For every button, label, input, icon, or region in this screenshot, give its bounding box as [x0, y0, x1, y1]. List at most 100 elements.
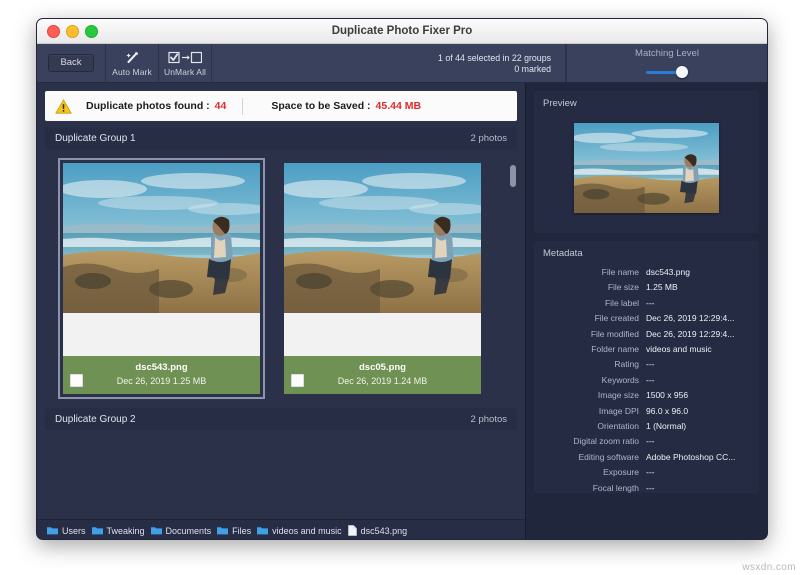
- metadata-key: Digital zoom ratio: [573, 436, 639, 447]
- breadcrumb-label: Tweaking: [106, 525, 145, 536]
- breadcrumb-label: Files: [232, 525, 252, 536]
- metadata-key: Focal length: [592, 482, 639, 493]
- breadcrumb-label: dsc543.png: [360, 525, 408, 536]
- close-button[interactable]: [47, 24, 60, 38]
- photo-checkbox[interactable]: [291, 374, 304, 387]
- preview-image-wrap: [543, 115, 750, 220]
- photo-checkbox[interactable]: [70, 374, 83, 387]
- metadata-row: File modified Dec 26, 2019 12:29:4...: [543, 327, 750, 342]
- breadcrumb: Users Tweaking Documents Files videos an…: [37, 519, 525, 539]
- breadcrumb-item-users[interactable]: Users: [47, 526, 86, 536]
- matching-level-label: Matching Level: [635, 48, 699, 59]
- photo-meta: Dec 26, 2019 1.25 MB: [116, 375, 207, 386]
- breadcrumb-label: Documents: [165, 525, 212, 536]
- group-header-1[interactable]: Duplicate Group 1 2 photos: [45, 127, 517, 149]
- preview-panel: Preview: [534, 91, 759, 233]
- groups-scrollbar[interactable]: [510, 165, 516, 405]
- metadata-value: ---: [646, 467, 655, 478]
- metadata-row: Keywords ---: [543, 373, 750, 388]
- details-pane: Preview Metadata File name dsc543.png Fi…: [525, 83, 767, 539]
- photo-card-footer: dsc05.png Dec 26, 2019 1.24 MB: [284, 356, 481, 394]
- file-icon: [347, 525, 357, 536]
- unmark-all-label: UnMark All: [163, 66, 207, 77]
- metadata-value: Dec 26, 2019 12:29:4...: [646, 328, 735, 339]
- metadata-title: Metadata: [543, 248, 583, 259]
- photo-card-1[interactable]: dsc543.png Dec 26, 2019 1.25 MB: [58, 158, 265, 399]
- photo-name: dsc543.png: [135, 362, 188, 374]
- toolbar: Back Auto Mark UnMark All 1 of 44 select…: [37, 44, 767, 83]
- breadcrumb-item-tweaking[interactable]: Tweaking: [91, 525, 145, 536]
- magic-wand-icon: [124, 50, 140, 66]
- photo-card-2[interactable]: dsc05.png Dec 26, 2019 1.24 MB: [284, 163, 481, 394]
- duplicates-found: Duplicate photos found : 44: [86, 100, 226, 112]
- back-button[interactable]: Back: [48, 54, 94, 72]
- app-window: Duplicate Photo Fixer Pro Back Auto Mark: [36, 18, 768, 540]
- metadata-row: File created Dec 26, 2019 12:29:4...: [543, 311, 750, 326]
- window-title: Duplicate Photo Fixer Pro: [331, 25, 473, 37]
- metadata-key: File modified: [590, 328, 639, 339]
- metadata-rows: File name dsc543.png File size 1.25 MB Fil…: [543, 265, 750, 493]
- zoom-button[interactable]: [85, 24, 98, 38]
- group-count: 2 photos: [470, 132, 507, 144]
- slider-knob[interactable]: [676, 66, 688, 78]
- photo-meta: Dec 26, 2019 1.24 MB: [337, 375, 428, 386]
- photo-card-footer: dsc543.png Dec 26, 2019 1.25 MB: [63, 356, 260, 394]
- metadata-value: 1.25 MB: [646, 282, 678, 293]
- breadcrumb-item-files[interactable]: Files: [217, 526, 251, 536]
- metadata-value: ---: [646, 482, 655, 493]
- banner-divider: [242, 97, 244, 115]
- metadata-panel: Metadata File name dsc543.png File size 1.…: [534, 241, 759, 493]
- breadcrumb-item-file[interactable]: dsc543.png: [347, 525, 408, 536]
- breadcrumb-item-videos-and-music[interactable]: videos and music: [257, 526, 342, 536]
- folder-icon: [257, 527, 269, 535]
- groups-list[interactable]: Duplicate Group 1 2 photos dsc543.png De…: [45, 127, 517, 430]
- unmark-all-button[interactable]: UnMark All: [159, 44, 212, 82]
- space-label: Space to be Saved :: [271, 100, 371, 112]
- warning-triangle-icon: [55, 98, 72, 114]
- minimize-button[interactable]: [66, 24, 79, 38]
- status-selected: 1 of 44 selected in 22 groups: [438, 52, 551, 63]
- folder-icon: [150, 527, 162, 535]
- metadata-key: Orientation: [597, 421, 639, 432]
- metadata-row: File name dsc543.png: [543, 265, 750, 280]
- folder-icon: [217, 527, 229, 535]
- scrollbar-thumb[interactable]: [510, 165, 516, 187]
- matching-level-control: Matching Level: [566, 44, 767, 82]
- auto-mark-button[interactable]: Auto Mark: [106, 44, 159, 82]
- matching-level-slider[interactable]: [646, 66, 688, 78]
- preview-image[interactable]: [574, 122, 719, 213]
- photo-thumbnail: [284, 163, 481, 313]
- group-header-2[interactable]: Duplicate Group 2 2 photos: [45, 408, 517, 430]
- breadcrumb-item-documents[interactable]: Documents: [150, 525, 212, 536]
- window-controls: [37, 24, 98, 38]
- metadata-row: File label ---: [543, 296, 750, 311]
- metadata-value: videos and music: [646, 344, 712, 355]
- metadata-value: 96.0 x 96.0: [646, 405, 689, 416]
- metadata-key: File created: [594, 313, 639, 324]
- space-value: 45.44 MB: [375, 100, 422, 112]
- status-marked: 0 marked: [514, 63, 551, 74]
- photo-name: dsc05.png: [359, 362, 406, 374]
- breadcrumb-label: videos and music: [272, 525, 342, 536]
- group-1-photos: dsc543.png Dec 26, 2019 1.25 MB dsc05.pn…: [45, 155, 517, 408]
- metadata-key: Rating: [614, 359, 639, 370]
- photo-card-spacer: [63, 313, 260, 357]
- checkbox-to-empty-icon: [168, 50, 202, 66]
- group-count: 2 photos: [470, 413, 507, 425]
- metadata-value: ---: [646, 297, 655, 308]
- metadata-key: Image size: [597, 390, 639, 401]
- metadata-row: Editing software Adobe Photoshop CC...: [543, 450, 750, 465]
- folder-icon: [91, 527, 103, 535]
- screenshot-root: Duplicate Photo Fixer Pro Back Auto Mark: [0, 0, 800, 575]
- metadata-row: Exposure ---: [543, 465, 750, 480]
- metadata-row: Rating ---: [543, 357, 750, 372]
- metadata-key: File name: [601, 267, 639, 277]
- metadata-key: Exposure: [603, 467, 639, 478]
- window-body: Duplicate photos found : 44 Space to be …: [37, 83, 767, 539]
- space-saved: Space to be Saved : 45.44 MB: [271, 100, 421, 112]
- group-title: Duplicate Group 1: [55, 132, 136, 144]
- metadata-value: 1500 x 956: [646, 390, 689, 401]
- metadata-key: Keywords: [601, 374, 639, 385]
- folder-icon: [47, 527, 58, 535]
- metadata-key: File label: [604, 297, 639, 308]
